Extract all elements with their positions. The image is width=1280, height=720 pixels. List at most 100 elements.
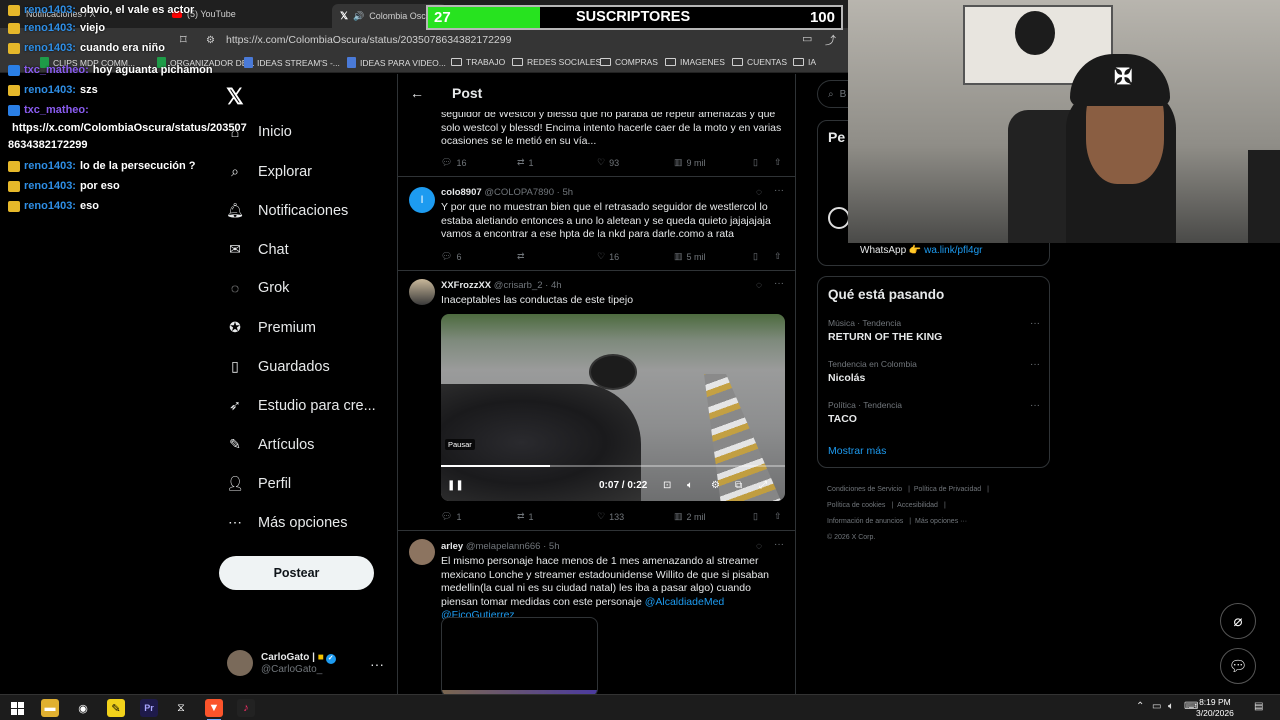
messages-fab[interactable]: 💬︎ <box>1220 648 1256 684</box>
bell-icon: 🔔︎ <box>226 202 244 218</box>
account-more-icon[interactable]: ··· <box>370 656 384 672</box>
account-switcher[interactable]: CarloGato | ■ ✓ @CarloGato_ <box>227 650 336 676</box>
chat-user: txc_matheo: <box>24 64 89 76</box>
bookmark-item[interactable]: COMPRAS <box>600 57 658 67</box>
bookmark-label: COMPRAS <box>615 57 658 67</box>
tweet-media[interactable] <box>441 617 598 694</box>
repost-button[interactable]: ⇄ <box>517 251 525 262</box>
captions-icon[interactable]: ⊡ <box>663 480 671 491</box>
trend-item[interactable]: Política · Tendencia TACO ··· <box>828 400 1040 425</box>
chat-message: txc_matheo: <box>8 104 89 116</box>
network-icon[interactable]: ▭ <box>1152 701 1161 712</box>
footer-link[interactable]: Política de cookies <box>827 502 885 509</box>
bookmark-button[interactable]: ▯ <box>753 511 758 522</box>
volume-icon[interactable]: 🔈︎ <box>687 480 693 491</box>
sidebar-item-explorar[interactable]: ⌕ Explorar <box>226 163 312 180</box>
start-button[interactable] <box>8 699 26 717</box>
more-icon[interactable]: ··· <box>774 278 784 289</box>
footer-link[interactable]: Más opciones ··· <box>915 518 967 525</box>
back-arrow-icon[interactable]: ← <box>410 85 424 101</box>
more-icon[interactable]: ··· <box>1030 318 1040 329</box>
sidebar-item-articulos[interactable]: ✎ Artículos <box>226 436 314 453</box>
bookmark-item[interactable]: IDEAS PARA VIDEO... <box>347 57 446 68</box>
more-icon[interactable]: ··· <box>774 539 784 550</box>
file-explorer-icon[interactable]: ▬ <box>41 699 59 717</box>
grok-icon[interactable]: ◌ <box>756 541 762 552</box>
show-more-link[interactable]: Mostrar más <box>828 445 886 457</box>
bookmark-item[interactable]: IMAGENES <box>665 57 725 67</box>
sidebar-item-mas-opciones[interactable]: ⋯ Más opciones <box>226 514 347 531</box>
video-player[interactable]: Pausar ❚❚ 0:07 / 0:22 ⊡ 🔈︎ ⚙ ⧉ ⤢ <box>441 314 785 501</box>
more-icon[interactable]: ··· <box>774 185 784 196</box>
sidebar-item-chat[interactable]: ✉ Chat <box>226 241 289 258</box>
tweet[interactable]: XXFrozzXX @crisarb_2 · 4h ◌ ··· Inacepta… <box>398 271 795 531</box>
like-button[interactable]: ♡ 16 <box>597 251 619 262</box>
share-button[interactable]: ⇧ <box>774 511 782 522</box>
footer-link[interactable]: Condiciones de Servicio <box>827 486 902 493</box>
post-button[interactable]: Postear <box>219 556 374 590</box>
views-button[interactable]: ▥ 9 mil <box>674 157 706 168</box>
bookmark-button[interactable]: ▯ <box>753 157 758 168</box>
sidebar-item-estudio[interactable]: ➶ Estudio para cre... <box>226 397 376 414</box>
bookmark-button[interactable]: ▯ <box>753 251 758 262</box>
bookmark-item[interactable]: CUENTAS <box>732 57 787 67</box>
bookmark-item[interactable]: IDEAS STREAM'S -... <box>244 57 340 68</box>
sidebar-item-label: Notificaciones <box>258 202 349 219</box>
brave-browser-icon[interactable]: ▼ <box>205 699 223 720</box>
share-icon[interactable]: ⤴ <box>825 32 836 48</box>
like-button[interactable]: ♡ 93 <box>597 157 619 168</box>
sidebar-item-guardados[interactable]: ▯ Guardados <box>226 358 330 375</box>
pause-icon[interactable]: ❚❚ <box>447 480 464 491</box>
video-progress-bar[interactable] <box>441 465 785 467</box>
repost-button[interactable]: ⇄ 1 <box>517 511 534 522</box>
sidebar-item-premium[interactable]: ✪ Premium <box>226 319 316 336</box>
volume-icon[interactable]: 🔈︎ <box>1168 701 1174 712</box>
obs-icon[interactable]: ◉ <box>74 699 92 717</box>
tray-chevron-icon[interactable]: ⌃ <box>1136 701 1144 712</box>
pip-icon[interactable]: ⧉ <box>735 480 742 491</box>
repost-icon: ⇄ <box>517 157 525 167</box>
bookmark-item[interactable]: TRABAJO <box>451 57 505 67</box>
trend-item[interactable]: Tendencia en Colombia Nicolás ··· <box>828 359 1040 384</box>
cast-icon[interactable]: ▭ <box>802 32 812 45</box>
reply-button[interactable]: 💬︎ 16 <box>441 157 466 168</box>
tweet[interactable]: arley @melapelann666 · 5h ◌ ··· El mismo… <box>398 531 795 694</box>
notifications-icon[interactable]: ▤ <box>1254 701 1263 712</box>
bookmark-item[interactable]: IA <box>793 57 816 67</box>
site-settings-icon[interactable]: ⚙ <box>206 35 215 46</box>
settings-icon[interactable]: ⚙ <box>711 480 720 491</box>
capcut-icon[interactable]: ⧖ <box>172 699 190 717</box>
grok-fab[interactable]: ⌀ <box>1220 603 1256 639</box>
reply-button[interactable]: 💬︎ 1 <box>441 511 461 522</box>
views-button[interactable]: ▥ 5 mil <box>674 251 706 262</box>
sidebar-item-grok[interactable]: ◌ Grok <box>226 280 290 296</box>
share-button[interactable]: ⇧ <box>774 157 782 168</box>
sticky-app-icon[interactable]: ✎ <box>107 699 125 717</box>
footer-link[interactable]: Accesibilidad <box>897 502 938 509</box>
more-icon[interactable]: ··· <box>1030 359 1040 370</box>
sidebar-item-perfil[interactable]: 👤︎ Perfil <box>226 475 291 492</box>
bookmark-page-icon[interactable]: ⌑ <box>180 32 187 48</box>
x-logo-icon[interactable]: 𝕏 <box>226 84 244 110</box>
tweet[interactable]: I colo8907 @COLOPA7890 · 5h ◌ ··· Y por … <box>398 177 795 271</box>
fullscreen-icon[interactable]: ⤢ <box>759 480 767 491</box>
bookmark-item[interactable]: REDES SOCIALES <box>512 57 601 67</box>
reply-button[interactable]: 💬︎ 6 <box>441 251 461 262</box>
tiktok-icon[interactable]: ♪ <box>237 699 255 717</box>
more-icon[interactable]: ··· <box>1030 400 1040 411</box>
sidebar-item-notificaciones[interactable]: 🔔︎ Notificaciones <box>226 202 348 219</box>
trend-item[interactable]: Música · Tendencia RETURN OF THE KING ··… <box>828 318 1040 343</box>
whatsapp-link[interactable]: wa.link/pfl4gr <box>924 245 982 256</box>
grok-icon[interactable]: ◌ <box>756 187 762 198</box>
share-button[interactable]: ⇧ <box>774 251 782 262</box>
repost-button[interactable]: ⇄ 1 <box>517 157 534 168</box>
grok-icon[interactable]: ◌ <box>756 280 762 291</box>
avatar <box>227 650 253 676</box>
url-field[interactable]: https://x.com/ColombiaOscura/status/2035… <box>226 34 511 46</box>
like-button[interactable]: ♡ 133 <box>597 511 624 522</box>
views-button[interactable]: ▥ 2 mil <box>674 511 706 522</box>
premiere-icon[interactable]: Pr <box>140 699 158 717</box>
footer-link[interactable]: Información de anuncios <box>827 518 903 525</box>
footer-link[interactable]: Política de Privacidad <box>914 486 981 493</box>
system-clock[interactable]: 8:19 PM 3/20/2026 <box>1196 697 1234 719</box>
